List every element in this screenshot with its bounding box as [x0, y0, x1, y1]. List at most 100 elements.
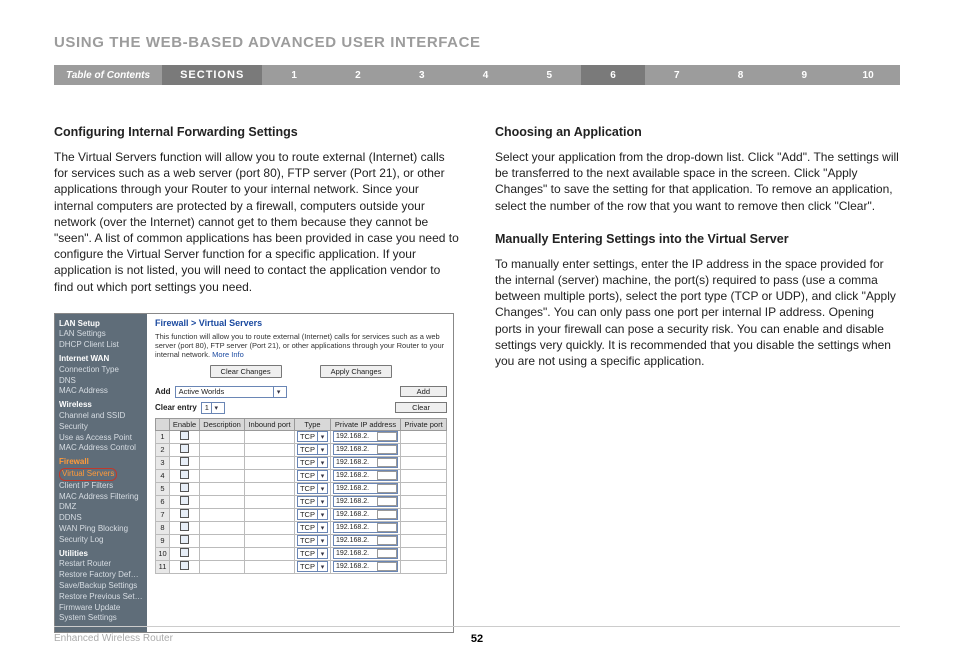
section-link-7[interactable]: 7 — [645, 65, 709, 85]
sidebar-item[interactable]: Restart Router — [59, 559, 143, 570]
checkbox-icon[interactable] — [180, 496, 189, 505]
section-link-10[interactable]: 10 — [836, 65, 900, 85]
private-port-cell[interactable] — [401, 547, 447, 560]
private-port-cell[interactable] — [401, 443, 447, 456]
checkbox-icon[interactable] — [180, 470, 189, 479]
section-link-4[interactable]: 4 — [454, 65, 518, 85]
private-port-cell[interactable] — [401, 482, 447, 495]
inbound-port-cell[interactable] — [245, 534, 295, 547]
add-button[interactable]: Add — [400, 386, 447, 397]
inbound-port-cell[interactable] — [245, 547, 295, 560]
private-ip-cell[interactable]: 192.168.2. — [330, 469, 400, 482]
description-cell[interactable] — [200, 443, 245, 456]
sidebar-item[interactable]: Restore Factory Defaults — [59, 570, 143, 581]
enable-cell[interactable] — [170, 495, 200, 508]
sidebar-item[interactable]: Channel and SSID — [59, 411, 143, 422]
sidebar-item[interactable]: DDNS — [59, 513, 143, 524]
sidebar-item[interactable]: Security Log — [59, 535, 143, 546]
enable-cell[interactable] — [170, 560, 200, 573]
private-port-cell[interactable] — [401, 469, 447, 482]
sidebar-item-highlight[interactable]: Virtual Servers — [59, 468, 117, 481]
sidebar-header-firewall[interactable]: Firewall — [59, 457, 143, 468]
checkbox-icon[interactable] — [180, 483, 189, 492]
section-link-9[interactable]: 9 — [772, 65, 836, 85]
enable-cell[interactable] — [170, 534, 200, 547]
type-cell[interactable]: TCP▾ — [294, 534, 330, 547]
clear-button[interactable]: Clear — [395, 402, 447, 413]
private-ip-cell[interactable]: 192.168.2. — [330, 521, 400, 534]
sidebar-item[interactable]: MAC Address — [59, 386, 143, 397]
clear-entry-select[interactable]: 1 ▾ — [201, 402, 225, 414]
checkbox-icon[interactable] — [180, 548, 189, 557]
enable-cell[interactable] — [170, 469, 200, 482]
description-cell[interactable] — [200, 547, 245, 560]
checkbox-icon[interactable] — [180, 457, 189, 466]
section-link-8[interactable]: 8 — [709, 65, 773, 85]
description-cell[interactable] — [200, 456, 245, 469]
sidebar-item[interactable]: Use as Access Point — [59, 433, 143, 444]
sidebar-item[interactable]: Security — [59, 422, 143, 433]
inbound-port-cell[interactable] — [245, 469, 295, 482]
type-cell[interactable]: TCP▾ — [294, 521, 330, 534]
private-ip-cell[interactable]: 192.168.2. — [330, 560, 400, 573]
private-ip-cell[interactable]: 192.168.2. — [330, 534, 400, 547]
sidebar-item[interactable]: DMZ — [59, 502, 143, 513]
checkbox-icon[interactable] — [180, 535, 189, 544]
inbound-port-cell[interactable] — [245, 508, 295, 521]
checkbox-icon[interactable] — [180, 509, 189, 518]
private-port-cell[interactable] — [401, 560, 447, 573]
enable-cell[interactable] — [170, 482, 200, 495]
type-cell[interactable]: TCP▾ — [294, 456, 330, 469]
enable-cell[interactable] — [170, 547, 200, 560]
sidebar-item[interactable]: Client IP Filters — [59, 481, 143, 492]
section-link-3[interactable]: 3 — [390, 65, 454, 85]
type-cell[interactable]: TCP▾ — [294, 560, 330, 573]
type-cell[interactable]: TCP▾ — [294, 430, 330, 443]
sidebar-item[interactable]: MAC Address Filtering — [59, 492, 143, 503]
checkbox-icon[interactable] — [180, 444, 189, 453]
type-cell[interactable]: TCP▾ — [294, 495, 330, 508]
private-ip-cell[interactable]: 192.168.2. — [330, 456, 400, 469]
checkbox-icon[interactable] — [180, 522, 189, 531]
inbound-port-cell[interactable] — [245, 482, 295, 495]
add-application-select[interactable]: Active Worlds ▾ — [175, 386, 288, 398]
private-ip-cell[interactable]: 192.168.2. — [330, 508, 400, 521]
private-port-cell[interactable] — [401, 508, 447, 521]
private-ip-cell[interactable]: 192.168.2. — [330, 430, 400, 443]
sidebar-item[interactable]: WAN Ping Blocking — [59, 524, 143, 535]
inbound-port-cell[interactable] — [245, 456, 295, 469]
inbound-port-cell[interactable] — [245, 443, 295, 456]
description-cell[interactable] — [200, 521, 245, 534]
sidebar-item[interactable]: System Settings — [59, 613, 143, 624]
enable-cell[interactable] — [170, 456, 200, 469]
sidebar-item[interactable]: Connection Type — [59, 365, 143, 376]
private-port-cell[interactable] — [401, 534, 447, 547]
section-link-2[interactable]: 2 — [326, 65, 390, 85]
enable-cell[interactable] — [170, 521, 200, 534]
toc-link[interactable]: Table of Contents — [54, 65, 162, 85]
private-ip-cell[interactable]: 192.168.2. — [330, 443, 400, 456]
enable-cell[interactable] — [170, 443, 200, 456]
private-ip-cell[interactable]: 192.168.2. — [330, 482, 400, 495]
private-port-cell[interactable] — [401, 430, 447, 443]
more-info-link[interactable]: More Info — [212, 350, 244, 359]
description-cell[interactable] — [200, 508, 245, 521]
description-cell[interactable] — [200, 469, 245, 482]
sidebar-item[interactable]: MAC Address Control — [59, 443, 143, 454]
description-cell[interactable] — [200, 560, 245, 573]
type-cell[interactable]: TCP▾ — [294, 508, 330, 521]
type-cell[interactable]: TCP▾ — [294, 469, 330, 482]
private-port-cell[interactable] — [401, 521, 447, 534]
description-cell[interactable] — [200, 495, 245, 508]
inbound-port-cell[interactable] — [245, 560, 295, 573]
clear-changes-button[interactable]: Clear Changes — [210, 365, 282, 378]
enable-cell[interactable] — [170, 508, 200, 521]
section-link-6[interactable]: 6 — [581, 65, 645, 85]
enable-cell[interactable] — [170, 430, 200, 443]
private-port-cell[interactable] — [401, 495, 447, 508]
sidebar-item[interactable]: DHCP Client List — [59, 340, 143, 351]
sidebar-item[interactable]: DNS — [59, 376, 143, 387]
apply-changes-button[interactable]: Apply Changes — [320, 365, 393, 378]
inbound-port-cell[interactable] — [245, 495, 295, 508]
description-cell[interactable] — [200, 430, 245, 443]
